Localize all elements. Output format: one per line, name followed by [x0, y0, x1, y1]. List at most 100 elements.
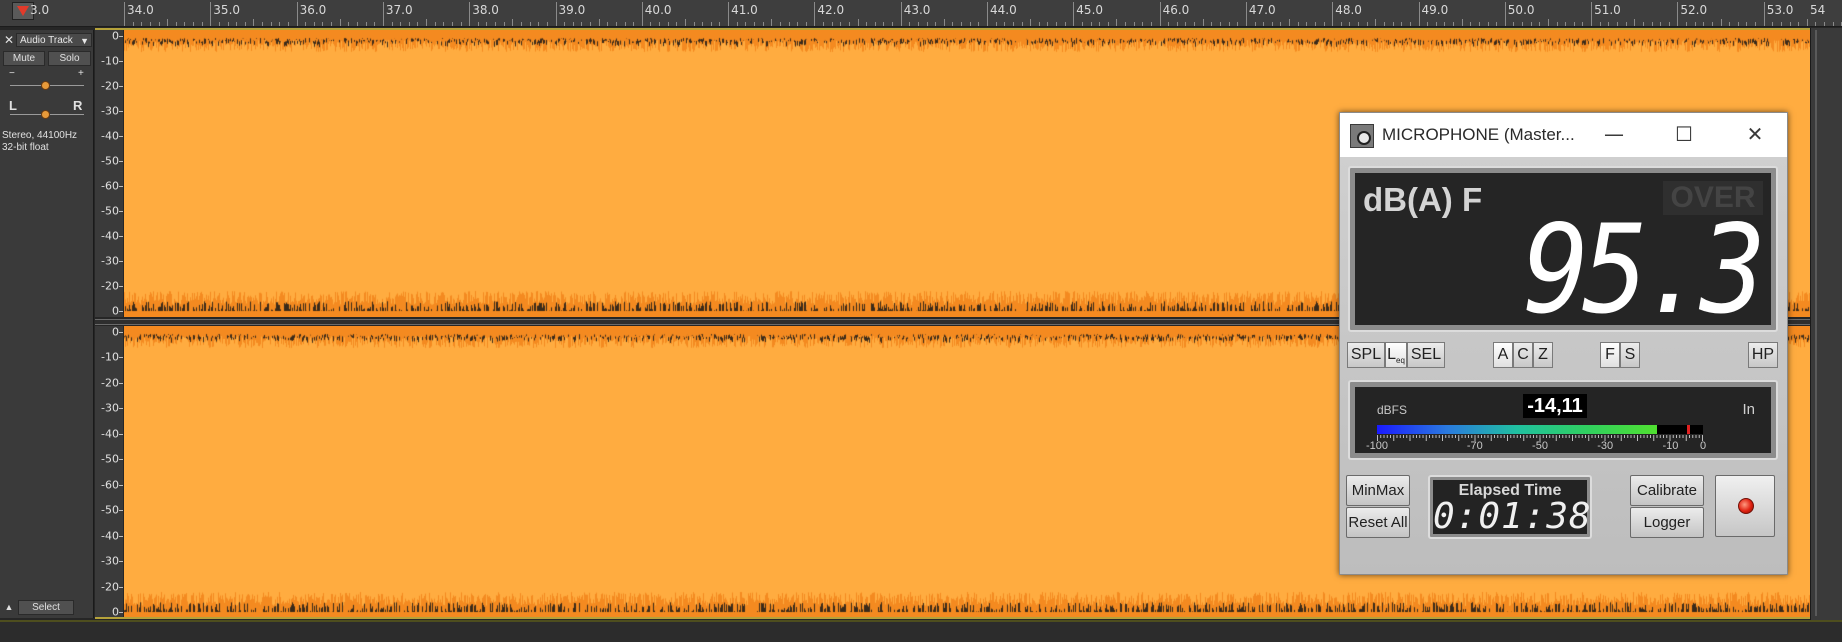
- ruler-tick: [1737, 22, 1739, 26]
- scale-label: -40: [101, 529, 119, 543]
- ruler-tick: [693, 22, 695, 26]
- ruler-tick: [1496, 22, 1498, 26]
- ruler-tick: [382, 2, 384, 26]
- sel-button[interactable]: SEL: [1407, 342, 1445, 368]
- ruler-tick: [357, 22, 358, 26]
- ruler-tick: [331, 22, 333, 26]
- ruler-tick: [676, 22, 678, 26]
- ruler-tick: [1703, 22, 1705, 26]
- ruler-tick: [296, 2, 298, 26]
- a-weighting-button[interactable]: A: [1493, 342, 1513, 368]
- ruler-tick: [987, 2, 988, 26]
- close-track-icon[interactable]: ✕: [2, 33, 16, 47]
- ruler-tick: [1470, 22, 1472, 26]
- record-button[interactable]: [1715, 475, 1775, 537]
- ruler-tick: [1081, 22, 1083, 26]
- leq-button[interactable]: Leq: [1385, 342, 1407, 368]
- meter-titlebar[interactable]: MICROPHONE (Master... — ☐ ✕: [1340, 113, 1787, 157]
- ruler-label: 36.0: [299, 3, 327, 17]
- ruler-tick: [848, 22, 850, 26]
- track-name-menu[interactable]: Audio Track ▼: [16, 33, 92, 47]
- mute-button[interactable]: Mute: [3, 51, 45, 66]
- ruler-tick: [1711, 22, 1713, 26]
- maximize-icon[interactable]: ☐: [1662, 119, 1706, 149]
- ruler-tick: [158, 22, 160, 26]
- ruler-tick: [1375, 19, 1377, 26]
- scale-tick: [119, 382, 123, 384]
- solo-button[interactable]: Solo: [48, 51, 91, 66]
- close-icon[interactable]: ✕: [1733, 119, 1777, 149]
- select-track-button[interactable]: Select: [18, 600, 74, 615]
- ruler-tick: [917, 22, 919, 26]
- ruler-tick: [762, 22, 764, 26]
- scale-label: 0: [112, 29, 119, 43]
- ruler-label: 48.0: [1335, 3, 1362, 17]
- ruler-tick: [650, 22, 652, 26]
- timeline-ruler[interactable]: 3.0 54 34.0 35.0 36.0 37.0 38.0 39.0 40.0 41.0 4…: [0, 0, 1842, 27]
- leq-label: L: [1387, 346, 1396, 363]
- dbfs-scale-label: -30: [1597, 440, 1614, 452]
- fast-response-button[interactable]: F: [1600, 342, 1620, 368]
- dbfs-meter: dBFS -14,11 In -100 -70 -50 -30 -10 0: [1355, 387, 1771, 453]
- gain-slider[interactable]: [41, 81, 50, 90]
- ruler-label: 53.0: [1766, 3, 1794, 17]
- c-weighting-button[interactable]: C: [1513, 342, 1533, 368]
- scale-tick: [119, 535, 123, 537]
- spl-button[interactable]: SPL: [1347, 342, 1385, 368]
- ruler-tick: [805, 22, 807, 26]
- ruler-tick: [1720, 19, 1722, 26]
- ruler-tick: [710, 22, 712, 26]
- ruler-tick: [1202, 19, 1204, 26]
- ruler-tick: [1289, 19, 1291, 26]
- dbfs-level-bar: [1377, 425, 1703, 434]
- pan-slider[interactable]: [41, 110, 50, 119]
- ruler-tick: [1185, 22, 1187, 26]
- ruler-tick: [348, 22, 350, 26]
- vertical-scrollbar[interactable]: [1810, 28, 1842, 620]
- ruler-tick: [1539, 22, 1541, 26]
- ruler-tick: [287, 22, 289, 26]
- ruler-tick: [417, 22, 419, 26]
- ruler-tick: [486, 22, 488, 26]
- ruler-label-partial: 3.0: [30, 3, 50, 17]
- scale-label: -30: [101, 104, 119, 118]
- elapsed-time-display: Elapsed Time 0:01:38: [1433, 480, 1591, 535]
- slow-response-button[interactable]: S: [1620, 342, 1640, 368]
- dbfs-peak-marker: [1686, 425, 1690, 434]
- audacity-window: 3.0 54 34.0 35.0 36.0 37.0 38.0 39.0 40.0 41.0 4…: [0, 0, 1842, 642]
- ruler-tick: [1616, 22, 1618, 26]
- ruler-tick: [633, 22, 635, 26]
- ruler-tick: [797, 22, 799, 26]
- scale-tick: [119, 286, 123, 287]
- scale-tick: [119, 433, 123, 435]
- ruler-tick: [1168, 22, 1170, 26]
- ruler-tick: [1409, 22, 1411, 26]
- ruler-tick: [451, 22, 453, 26]
- ruler-tick: [831, 22, 833, 26]
- ruler-tick: [1763, 2, 1765, 26]
- ruler-tick: [892, 22, 894, 26]
- ruler-tick: [1660, 22, 1662, 26]
- ruler-tick: [1047, 22, 1049, 26]
- z-weighting-button[interactable]: Z: [1533, 342, 1553, 368]
- ruler-tick: [719, 22, 721, 26]
- weighting-label: dB(A) F: [1363, 181, 1483, 218]
- reset-all-button[interactable]: Reset All: [1346, 507, 1410, 538]
- scale-tick: [119, 236, 123, 237]
- scale-label: -20: [101, 376, 119, 390]
- ruler-tick: [538, 22, 540, 26]
- scale-tick: [119, 408, 123, 410]
- minmax-button[interactable]: MinMax: [1346, 475, 1410, 506]
- minimize-icon[interactable]: —: [1592, 119, 1636, 149]
- logger-button[interactable]: Logger: [1630, 507, 1704, 538]
- calibrate-button[interactable]: Calibrate: [1630, 475, 1704, 506]
- ruler-tick: [443, 22, 445, 26]
- scale-label: 0: [112, 325, 119, 339]
- collapse-track-icon[interactable]: ▲: [2, 600, 16, 615]
- ruler-tick: [365, 22, 367, 26]
- amplitude-scale-left-channel: 0 -10 -20 -30 -40 -50 -60 -50 -40 -30 -20 0: [95, 29, 123, 318]
- ruler-tick: [1280, 22, 1282, 26]
- ruler-tick: [952, 22, 954, 26]
- high-pass-button[interactable]: HP: [1748, 342, 1778, 368]
- ruler-tick: [572, 22, 574, 26]
